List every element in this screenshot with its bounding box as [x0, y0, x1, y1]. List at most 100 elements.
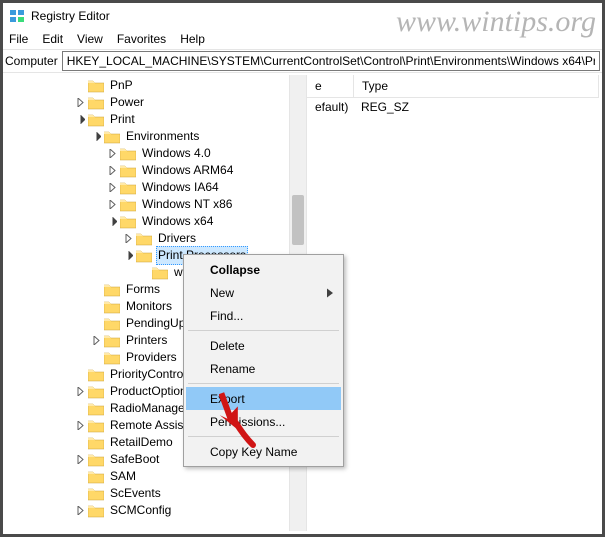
chevron-right-icon[interactable] — [106, 165, 118, 177]
folder-icon — [104, 351, 120, 365]
tree-item-label: SAM — [108, 468, 138, 485]
folder-icon — [88, 470, 104, 484]
tree-item-label: Print — [108, 111, 137, 128]
ctx-collapse[interactable]: Collapse — [186, 258, 341, 281]
folder-icon — [120, 198, 136, 212]
col-type[interactable]: Type — [354, 75, 599, 97]
tree-item[interactable]: Print — [6, 111, 306, 128]
ctx-find[interactable]: Find... — [186, 304, 341, 327]
folder-icon — [88, 385, 104, 399]
ctx-copy-key-name[interactable]: Copy Key Name — [186, 440, 341, 463]
chevron-right-icon[interactable] — [122, 233, 134, 245]
folder-icon — [120, 147, 136, 161]
chevron-right-icon[interactable] — [106, 182, 118, 194]
chevron-right-icon[interactable] — [74, 420, 86, 432]
folder-icon — [120, 164, 136, 178]
tree-item-label: SCMConfig — [108, 502, 173, 519]
scrollbar-thumb[interactable] — [292, 195, 304, 245]
chevron-down-icon[interactable] — [74, 114, 86, 126]
chevron-right-icon[interactable] — [74, 454, 86, 466]
menu-edit[interactable]: Edit — [42, 32, 63, 46]
menu-help[interactable]: Help — [180, 32, 205, 46]
tree-item-label: PnP — [108, 77, 135, 94]
tree-item-label: Windows 4.0 — [140, 145, 213, 162]
tree-item-label: Windows IA64 — [140, 179, 221, 196]
addressbar-label: Computer — [5, 54, 58, 68]
chevron-down-icon[interactable] — [106, 216, 118, 228]
tree-item-label: SafeBoot — [108, 451, 161, 468]
tree-item[interactable]: Windows ARM64 — [6, 162, 306, 179]
tree-item-label: RetailDemo — [108, 434, 175, 451]
chevron-right-icon[interactable] — [106, 148, 118, 160]
tree-item[interactable]: Windows NT x86 — [6, 196, 306, 213]
tree-item-label: Providers — [124, 349, 179, 366]
folder-icon — [104, 300, 120, 314]
menu-view[interactable]: View — [77, 32, 103, 46]
folder-icon — [104, 334, 120, 348]
tree-item-label: Power — [108, 94, 146, 111]
regedit-icon — [9, 8, 25, 24]
ctx-separator — [188, 436, 339, 437]
value-name-cell: efault) — [307, 100, 353, 114]
folder-icon — [88, 368, 104, 382]
folder-icon — [120, 215, 136, 229]
chevron-right-icon[interactable] — [74, 505, 86, 517]
addressbar-path[interactable] — [62, 51, 600, 71]
folder-icon — [88, 402, 104, 416]
tree-item[interactable]: Environments — [6, 128, 306, 145]
ctx-permissions[interactable]: Permissions... — [186, 410, 341, 433]
tree-item[interactable]: Drivers — [6, 230, 306, 247]
tree-item-label: Windows x64 — [140, 213, 215, 230]
col-name-partial[interactable]: e — [307, 75, 354, 97]
submenu-arrow-icon — [327, 288, 333, 297]
tree-context-menu: Collapse New Find... Delete Rename Expor… — [183, 254, 344, 467]
tree-item-label: PriorityControl — [108, 366, 188, 383]
title-bar: Registry Editor — [3, 3, 602, 29]
chevron-down-icon[interactable] — [90, 131, 102, 143]
tree-item-label: ScEvents — [108, 485, 163, 502]
tree-item-label: Windows ARM64 — [140, 162, 235, 179]
folder-icon — [88, 113, 104, 127]
folder-icon — [136, 232, 152, 246]
folder-icon — [88, 436, 104, 450]
folder-icon — [152, 266, 168, 280]
tree-item[interactable]: Windows 4.0 — [6, 145, 306, 162]
tree-item-label: Drivers — [156, 230, 198, 247]
menu-bar: File Edit View Favorites Help — [3, 29, 602, 50]
tree-item-label: Monitors — [124, 298, 174, 315]
folder-icon — [104, 317, 120, 331]
tree-item-label: Printers — [124, 332, 169, 349]
tree-item-label: Environments — [124, 128, 201, 145]
folder-icon — [136, 249, 152, 263]
folder-icon — [104, 283, 120, 297]
ctx-new[interactable]: New — [186, 281, 341, 304]
folder-icon — [88, 96, 104, 110]
chevron-right-icon[interactable] — [90, 335, 102, 347]
chevron-down-icon[interactable] — [122, 250, 134, 262]
chevron-right-icon[interactable] — [106, 199, 118, 211]
chevron-right-icon[interactable] — [74, 97, 86, 109]
menu-file[interactable]: File — [9, 32, 28, 46]
folder-icon — [88, 453, 104, 467]
folder-icon — [88, 79, 104, 93]
tree-item[interactable]: SCMConfig — [6, 502, 306, 519]
tree-item[interactable]: ScEvents — [6, 485, 306, 502]
ctx-rename[interactable]: Rename — [186, 357, 341, 380]
ctx-separator — [188, 383, 339, 384]
ctx-delete[interactable]: Delete — [186, 334, 341, 357]
ctx-export[interactable]: Export — [186, 387, 341, 410]
folder-icon — [104, 130, 120, 144]
folder-icon — [88, 504, 104, 518]
value-row[interactable]: efault) REG_SZ — [307, 98, 599, 116]
tree-item[interactable]: Windows x64 — [6, 213, 306, 230]
value-type-cell: REG_SZ — [353, 100, 599, 114]
tree-item-label: ProductOptions — [108, 383, 195, 400]
chevron-right-icon[interactable] — [74, 386, 86, 398]
values-pane: e Type efault) REG_SZ — [307, 75, 599, 531]
tree-item[interactable]: SAM — [6, 468, 306, 485]
folder-icon — [88, 419, 104, 433]
tree-item[interactable]: Power — [6, 94, 306, 111]
menu-favorites[interactable]: Favorites — [117, 32, 166, 46]
tree-item[interactable]: Windows IA64 — [6, 179, 306, 196]
tree-item[interactable]: PnP — [6, 77, 306, 94]
